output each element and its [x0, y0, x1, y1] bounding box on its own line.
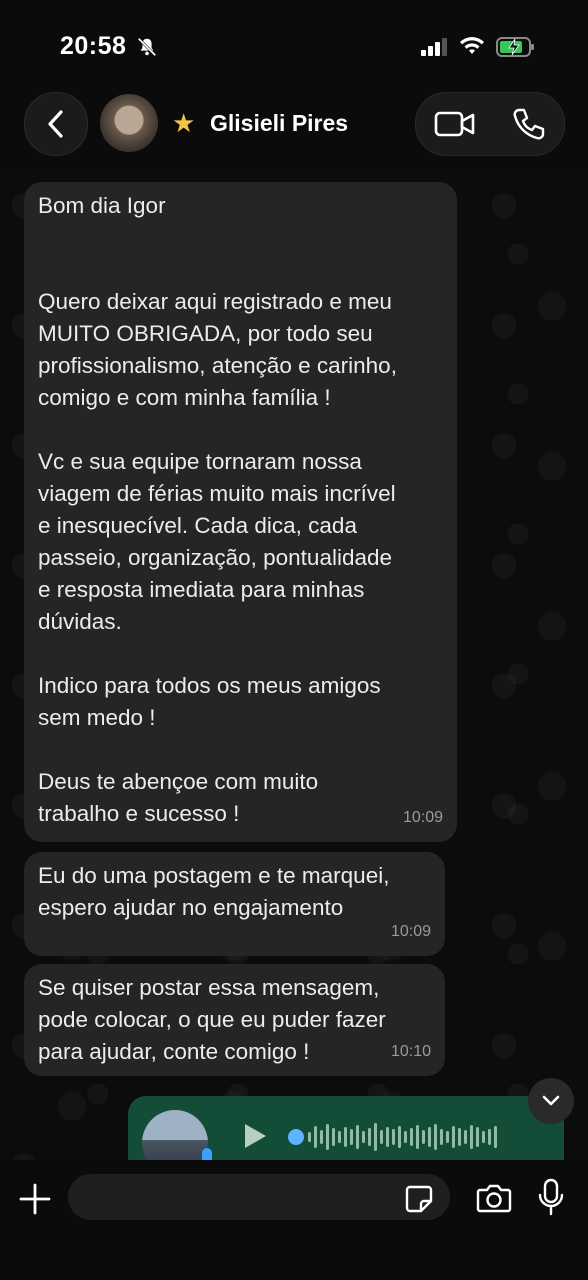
- waveform-bar: [344, 1127, 347, 1147]
- message-time: 10:09: [390, 923, 431, 940]
- message-input[interactable]: [68, 1174, 450, 1220]
- chevron-down-icon: [542, 1095, 560, 1106]
- waveform-bar: [458, 1128, 461, 1146]
- waveform-bar: [314, 1126, 317, 1148]
- battery-charging-icon: [496, 37, 534, 57]
- waveform-bar: [422, 1130, 425, 1144]
- camera-icon[interactable]: [476, 1182, 512, 1214]
- contact-avatar[interactable]: [100, 94, 158, 152]
- waveform-bar: [494, 1126, 497, 1148]
- voice-scrubber[interactable]: [288, 1129, 304, 1145]
- message-bubble[interactable]: Bom dia Igor Quero deixar aqui registrad…: [24, 182, 457, 842]
- waveform-bar: [398, 1126, 401, 1148]
- message-text: Eu do uma postagem e te marquei, espero …: [38, 863, 390, 920]
- contact-name[interactable]: Glisieli Pires: [210, 110, 348, 137]
- waveform-bar: [410, 1128, 413, 1146]
- waveform-bar: [326, 1124, 329, 1150]
- waveform-bar: [374, 1123, 377, 1151]
- back-button[interactable]: [24, 92, 88, 156]
- star-icon: ★: [172, 108, 196, 138]
- plus-icon[interactable]: [18, 1182, 52, 1216]
- message-time: 10:10: [390, 1043, 431, 1060]
- voice-waveform: [308, 1120, 497, 1154]
- waveform-bar: [470, 1125, 473, 1149]
- signal-icon: [421, 38, 447, 56]
- scroll-down-button[interactable]: [528, 1078, 574, 1124]
- waveform-bar: [368, 1128, 371, 1146]
- waveform-bar: [350, 1129, 353, 1145]
- waveform-bar: [338, 1131, 341, 1143]
- waveform-bar: [386, 1127, 389, 1147]
- sticker-icon[interactable]: [404, 1184, 434, 1214]
- waveform-bar: [428, 1127, 431, 1147]
- back-icon: [48, 110, 63, 138]
- waveform-bar: [356, 1125, 359, 1149]
- waveform-bar: [404, 1131, 407, 1143]
- waveform-bar: [482, 1131, 485, 1143]
- waveform-bar: [464, 1130, 467, 1144]
- waveform-bar: [488, 1129, 491, 1145]
- composer-bar: [0, 1160, 588, 1280]
- waveform-bar: [332, 1128, 335, 1146]
- waveform-bar: [392, 1129, 395, 1145]
- waveform-bar: [434, 1124, 437, 1150]
- phone-icon[interactable]: [512, 107, 546, 141]
- wifi-icon: [460, 37, 484, 54]
- waveform-bar: [308, 1132, 311, 1142]
- waveform-bar: [320, 1130, 323, 1144]
- video-call-icon[interactable]: [434, 109, 476, 139]
- call-actions: [415, 92, 565, 156]
- waveform-bar: [380, 1130, 383, 1144]
- waveform-bar: [362, 1131, 365, 1143]
- bell-slash-icon: [137, 37, 157, 57]
- waveform-bar: [440, 1129, 443, 1145]
- message-bubble[interactable]: Se quiser postar essa mensagem, pode col…: [24, 964, 445, 1076]
- play-icon[interactable]: [242, 1122, 268, 1150]
- waveform-bar: [452, 1126, 455, 1148]
- status-bar: 20:58: [0, 0, 588, 90]
- message-bubble[interactable]: Eu do uma postagem e te marquei, espero …: [24, 852, 445, 956]
- microphone-icon[interactable]: [538, 1178, 564, 1216]
- chat-header: ★ Glisieli Pires: [0, 90, 588, 170]
- message-text: Se quiser postar essa mensagem, pode col…: [38, 975, 386, 1064]
- message-text: Bom dia Igor Quero deixar aqui registrad…: [38, 193, 397, 826]
- status-time: 20:58: [60, 32, 127, 60]
- waveform-bar: [476, 1127, 479, 1147]
- waveform-bar: [446, 1131, 449, 1143]
- message-time: 10:09: [402, 809, 443, 826]
- waveform-bar: [416, 1125, 419, 1149]
